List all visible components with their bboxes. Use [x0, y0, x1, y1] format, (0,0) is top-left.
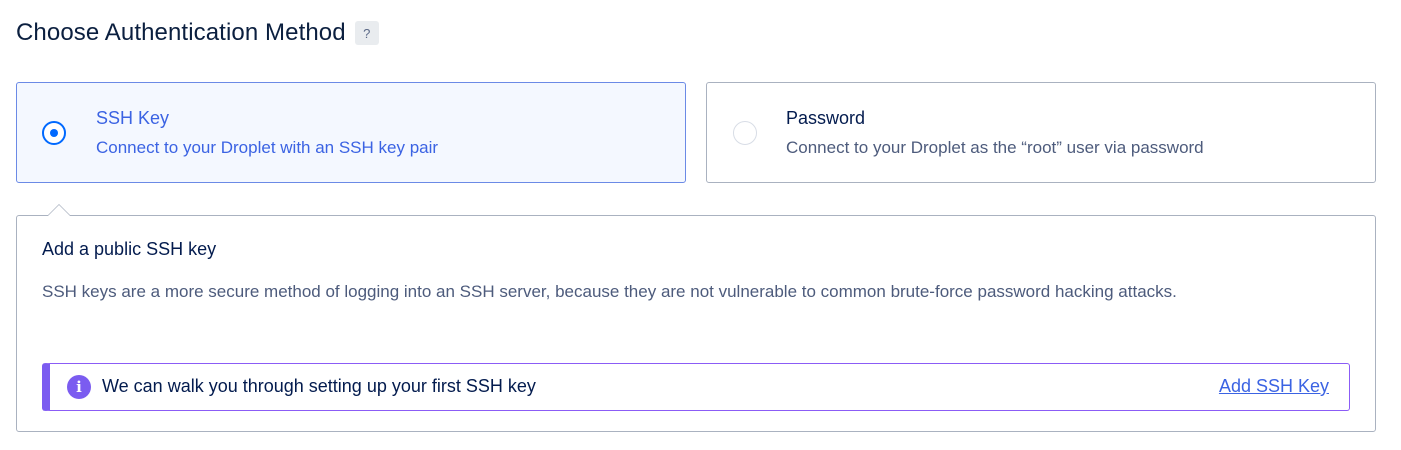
ssh-key-description: Connect to your Droplet with an SSH key …: [96, 138, 439, 157]
add-ssh-key-link[interactable]: Add SSH Key: [1219, 376, 1329, 397]
notice-text: We can walk you through setting up your …: [102, 376, 536, 396]
ssh-key-radio[interactable]: [42, 121, 66, 145]
option-password[interactable]: Password Connect to your Droplet as the …: [706, 82, 1376, 183]
page-title: Choose Authentication Method: [16, 19, 346, 46]
info-icon: i: [67, 375, 91, 399]
option-ssh-key[interactable]: SSH Key Connect to your Droplet with an …: [16, 82, 686, 183]
ssh-key-info-panel: Add a public SSH key SSH keys are a more…: [16, 204, 1376, 432]
password-title: Password: [786, 108, 866, 128]
help-icon[interactable]: ?: [354, 21, 379, 45]
ssh-key-title: SSH Key: [96, 108, 170, 128]
password-radio[interactable]: [733, 121, 757, 145]
authentication-method-section: Choose Authentication Method ? SSH Key C…: [0, 0, 1401, 450]
panel-caret: [47, 204, 71, 216]
ssh-setup-notice: i We can walk you through setting up you…: [42, 363, 1350, 411]
panel-title: Add a public SSH key: [42, 239, 217, 259]
password-description: Connect to your Droplet as the “root” us…: [786, 138, 1204, 157]
panel-description: SSH keys are a more secure method of log…: [42, 282, 1177, 301]
heading-row: Choose Authentication Method ?: [16, 16, 379, 50]
